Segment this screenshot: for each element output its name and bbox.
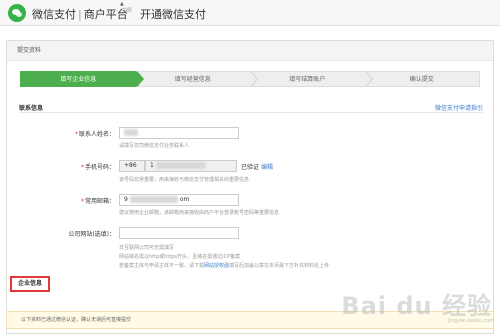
phone-hint: 该号码非常重要，用来接收与微信支付管理相关的重要信息 [119, 177, 250, 183]
website-hint-2: 网站域名需以http或https开头，且域名需通过ICP备案 [119, 254, 241, 260]
email-input[interactable]: 9 om [119, 194, 239, 206]
blurred-value [155, 162, 206, 169]
phone-label: *手机号码： [80, 164, 115, 171]
blurred-value [129, 196, 178, 203]
brand-separator: | [78, 8, 82, 21]
phone-prefix-box: +86 [119, 160, 145, 172]
wechat-pay-logo-icon [8, 4, 26, 22]
email-value-end: om [179, 196, 190, 203]
panel-title: 提交资料 [7, 41, 493, 61]
label-text: 常用邮箱： [84, 198, 115, 205]
step-business-info: 填写经营信息 [135, 71, 258, 87]
guide-link[interactable]: 微信支付申请指引 [435, 103, 483, 112]
contact-name-input[interactable] [119, 127, 239, 139]
phone-prefix: +86 [124, 162, 137, 169]
step-settlement-account: 填写结算账户 [250, 71, 373, 87]
website-hint-1: 非互联网公司可无需填写 [119, 245, 175, 251]
step-label: 确认提交 [409, 76, 434, 83]
label-text: 手机号码： [84, 164, 115, 171]
brand-title: 微信支付 | 商户平台 [32, 6, 128, 22]
website-label: 公司网站(选填)： [68, 231, 115, 238]
step-label: 填写经营信息 [174, 76, 211, 83]
hint-text: 填写后加盖公章在本页最下方补充材料处上传 [229, 263, 330, 269]
contact-section-title: 联系信息 [19, 105, 44, 112]
baidu-watermark-url: jingyan.baidu.com [447, 318, 494, 324]
page-title: 开通微信支付 [140, 8, 206, 21]
email-label: *常用邮箱： [80, 198, 115, 205]
phone-verified: 已验证 编辑 [241, 162, 273, 171]
enterprise-section-title: 企业信息 [10, 276, 50, 292]
phone-value: 1 [150, 162, 154, 169]
brand-left: 微信支付 [32, 8, 76, 21]
progress-steps: 填写企业信息 填写经营信息 填写结算账户 确认提交 [20, 71, 480, 87]
contact-name-label: *联系人姓名： [74, 131, 115, 138]
verified-text: 已验证 [241, 164, 260, 171]
top-bar: 微信支付 | 商户平台 ▲ 拍照 开通微信支付 [0, 0, 500, 26]
step-label: 填写结算账户 [289, 76, 326, 83]
website-hint-3: 若备案主体与申请主体不一致，请下载网站授权函填写后加盖公章在本页最下方补充材料处… [119, 262, 329, 269]
phone-edit-link[interactable]: 编辑 [261, 164, 273, 171]
baidu-watermark: Bai du 经验 [341, 292, 492, 320]
email-hint: 建议使用企业邮箱，该邮箱用来接收由商户平台登录账号密码等重要信息 [119, 210, 280, 216]
hint-text: 若备案主体与申请主体不一致，请下载 [119, 263, 205, 269]
email-value-start: 9 [124, 196, 128, 203]
label-text: 联系人姓名： [78, 131, 115, 138]
phone-input: 1 [145, 160, 237, 172]
step-confirm-submit: 确认提交 [364, 71, 480, 87]
step-label: 填写企业信息 [60, 76, 97, 83]
website-input[interactable] [119, 227, 239, 239]
step-company-info: 填写企业信息 [20, 71, 144, 87]
blurred-value [124, 129, 138, 136]
section-divider [19, 112, 483, 113]
authorization-letter-link[interactable]: 网站授权函 [204, 263, 229, 269]
camera-tag-label: 拍照 [122, 8, 133, 14]
contact-name-hint: 请填写您司微信支付业务联系人 [119, 143, 190, 149]
